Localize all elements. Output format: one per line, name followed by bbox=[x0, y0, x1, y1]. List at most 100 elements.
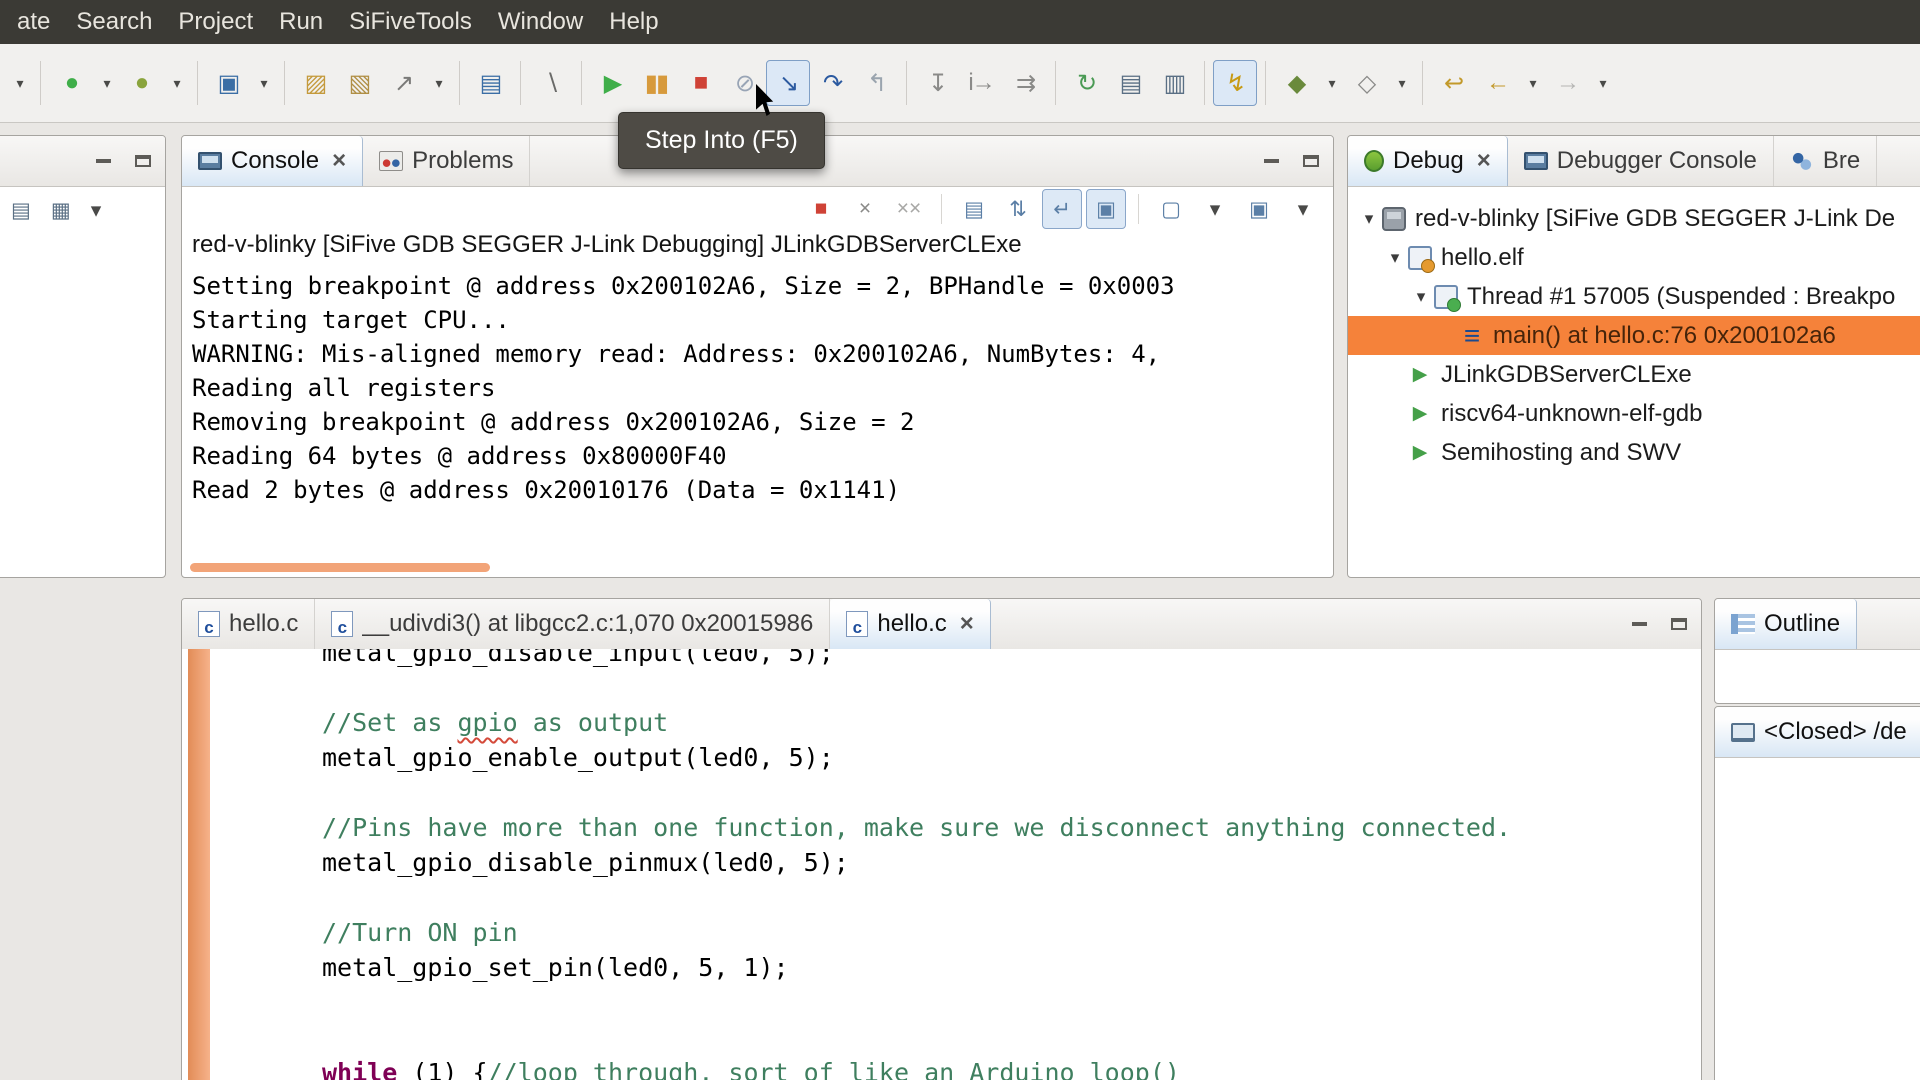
proc-icon bbox=[1408, 363, 1432, 387]
terminate-button[interactable]: ■ bbox=[678, 60, 722, 106]
editor-tab-hello-c-1[interactable]: hello.c bbox=[182, 599, 316, 649]
pair-stepping-button[interactable]: ⇉ bbox=[1003, 60, 1047, 106]
open-console-view-button[interactable]: ▤ bbox=[468, 60, 512, 106]
menu-window[interactable]: Window bbox=[485, 0, 596, 44]
debug-tree-item[interactable]: main() at hello.c:76 0x200102a6 bbox=[1348, 316, 1920, 355]
close-icon[interactable]: × bbox=[332, 147, 346, 175]
console-scrollbar[interactable] bbox=[190, 563, 490, 572]
new-view-button[interactable]: ▣ bbox=[206, 60, 250, 106]
run-dropdown[interactable]: ▾ bbox=[93, 60, 119, 106]
back-dropdown[interactable]: ▾ bbox=[1519, 60, 1545, 106]
scroll-lock-button[interactable]: ⇅ bbox=[998, 189, 1038, 229]
editor-tab-udivdi3[interactable]: __udivdi3() at libgcc2.c:1,070 0x2001598… bbox=[315, 599, 831, 649]
code-area[interactable]: metal_gpio_disable_input(led0, 5); //Set… bbox=[322, 649, 1701, 1080]
tab-terminal[interactable]: <Closed> /de bbox=[1715, 707, 1920, 757]
console-output[interactable]: Setting breakpoint @ address 0x200102A6,… bbox=[182, 265, 1333, 511]
tab-console[interactable]: Console × bbox=[182, 136, 364, 186]
open-console-dropdown[interactable]: ▾ bbox=[1283, 189, 1323, 229]
debug-tree-item[interactable]: ▾ Thread #1 57005 (Suspended : Breakpo bbox=[1348, 277, 1920, 316]
remove-launch-button[interactable]: × bbox=[845, 189, 885, 229]
menu-search[interactable]: Search bbox=[63, 0, 165, 44]
tab-breakpoints[interactable]: Bre bbox=[1774, 136, 1878, 186]
run-button[interactable]: ● bbox=[49, 60, 93, 106]
connect-target-dropdown[interactable]: ▾ bbox=[425, 60, 451, 106]
tree-expander-icon[interactable]: ▾ bbox=[1356, 209, 1382, 229]
external-tools-dropdown[interactable]: ▾ bbox=[1318, 60, 1344, 106]
pin-console-button[interactable]: ▣ bbox=[1086, 189, 1126, 229]
open-console-button[interactable]: ▣ bbox=[1239, 189, 1279, 229]
back-button[interactable]: ← bbox=[1475, 60, 1519, 106]
close-icon[interactable]: × bbox=[1477, 147, 1491, 175]
collapse-all-button[interactable]: ▤ bbox=[11, 198, 31, 223]
left-panel-tab-row bbox=[0, 136, 165, 187]
tab-debugger-console-label: Debugger Console bbox=[1556, 147, 1757, 174]
debug-tree-item[interactable]: Semihosting and SWV bbox=[1348, 433, 1920, 472]
minimize-button[interactable] bbox=[1627, 612, 1651, 636]
menu-sifivetools[interactable]: SiFiveTools bbox=[336, 0, 485, 44]
registers-view-button[interactable]: ▥ bbox=[1152, 60, 1196, 106]
terminate-console-button[interactable]: ■ bbox=[801, 189, 841, 229]
debug-tree-item[interactable]: riscv64-unknown-elf-gdb bbox=[1348, 394, 1920, 433]
menu-help[interactable]: Help bbox=[596, 0, 671, 44]
minimize-button[interactable] bbox=[91, 149, 115, 173]
instruction-stepping-button[interactable]: i→ bbox=[959, 60, 1003, 106]
remove-all-launches-button[interactable]: ×× bbox=[889, 189, 929, 229]
editor-panel: hello.c __udivdi3() at libgcc2.c:1,070 0… bbox=[181, 598, 1702, 1080]
menu-ate[interactable]: ate bbox=[4, 0, 63, 44]
restart-button[interactable]: ↻ bbox=[1064, 60, 1108, 106]
tab-breakpoints-label: Bre bbox=[1822, 147, 1861, 174]
connect-target-button[interactable]: ↗ bbox=[381, 60, 425, 106]
view-menu-dropdown[interactable]: ▾ bbox=[91, 198, 102, 223]
forward-dropdown[interactable]: ▾ bbox=[1589, 60, 1615, 106]
step-return-button[interactable]: ↰ bbox=[854, 60, 898, 106]
menu-project[interactable]: Project bbox=[165, 0, 266, 44]
new-view-dropdown[interactable]: ▾ bbox=[250, 60, 276, 106]
display-selected-console-button[interactable]: ▢ bbox=[1151, 189, 1191, 229]
tree-expander-icon[interactable]: ▾ bbox=[1408, 287, 1434, 307]
toolbar-overflow-dropdown[interactable]: ▾ bbox=[6, 60, 32, 106]
link-with-editor-button[interactable]: ▦ bbox=[51, 198, 71, 223]
editor-tab-hello-c-active[interactable]: hello.c × bbox=[830, 599, 991, 649]
debug-tree-item[interactable]: ▾ hello.elf bbox=[1348, 238, 1920, 277]
new-wizard-dropdown[interactable]: ▾ bbox=[1388, 60, 1414, 106]
debug-tree[interactable]: ▾ red-v-blinky [SiFive GDB SEGGER J-Link … bbox=[1348, 187, 1920, 472]
maximize-icon bbox=[1671, 618, 1687, 630]
external-tools-button[interactable]: ◆ bbox=[1274, 60, 1318, 106]
tree-expander-icon[interactable]: ▾ bbox=[1382, 248, 1408, 268]
forward-button[interactable]: → bbox=[1545, 60, 1589, 106]
maximize-button[interactable] bbox=[1299, 149, 1323, 173]
minimize-button[interactable] bbox=[1259, 149, 1283, 173]
word-wrap-button[interactable]: ↵ bbox=[1042, 189, 1082, 229]
profile-dropdown[interactable]: ▾ bbox=[163, 60, 189, 106]
memory-view-button[interactable]: ▤ bbox=[1108, 60, 1152, 106]
debug-tree-item[interactable]: ▾ red-v-blinky [SiFive GDB SEGGER J-Link … bbox=[1348, 199, 1920, 238]
debug-tree-item[interactable]: JLinkGDBServerCLExe bbox=[1348, 355, 1920, 394]
tree-item-label: riscv64-unknown-elf-gdb bbox=[1441, 399, 1703, 427]
tab-problems[interactable]: Problems bbox=[363, 136, 531, 186]
tab-debugger-console[interactable]: Debugger Console bbox=[1508, 136, 1774, 186]
maximize-button[interactable] bbox=[131, 149, 155, 173]
close-icon[interactable]: × bbox=[960, 610, 974, 638]
skip-all-breakpoints-button[interactable]: ∖ bbox=[529, 60, 573, 106]
step-over-button[interactable]: ↷ bbox=[810, 60, 854, 106]
tab-problems-label: Problems bbox=[412, 147, 514, 174]
resume-button[interactable]: ▶ bbox=[590, 60, 634, 106]
sifive-flash-button[interactable]: ↯ bbox=[1213, 60, 1257, 106]
import-folder-button[interactable]: ▧ bbox=[337, 60, 381, 106]
menu-run[interactable]: Run bbox=[266, 0, 336, 44]
editor-body[interactable]: metal_gpio_disable_input(led0, 5); //Set… bbox=[182, 649, 1701, 1080]
profile-button[interactable]: ● bbox=[119, 60, 163, 106]
tab-outline[interactable]: Outline bbox=[1715, 599, 1858, 649]
drop-to-frame-button[interactable]: ↧ bbox=[915, 60, 959, 106]
tab-debug[interactable]: Debug × bbox=[1348, 136, 1508, 186]
show-console-output-button[interactable]: ▤ bbox=[954, 189, 994, 229]
open-folder-button[interactable]: ▨ bbox=[293, 60, 337, 106]
new-wizard-button[interactable]: ◇ bbox=[1344, 60, 1388, 106]
last-edit-location-button[interactable]: ↩ bbox=[1431, 60, 1475, 106]
display-selected-console-dropdown[interactable]: ▾ bbox=[1195, 189, 1235, 229]
suspend-button[interactable]: ▮▮ bbox=[634, 60, 678, 106]
maximize-button[interactable] bbox=[1667, 612, 1691, 636]
step-into-button[interactable]: ↘ bbox=[766, 60, 810, 106]
